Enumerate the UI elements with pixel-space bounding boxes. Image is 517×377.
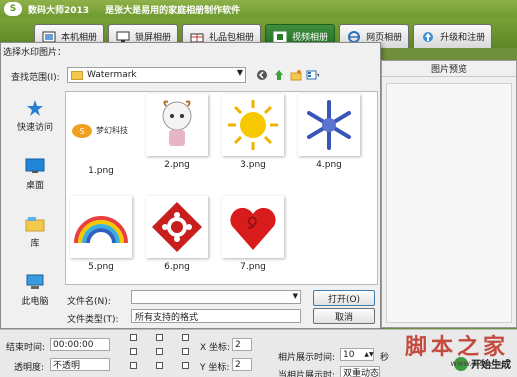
view-menu-icon[interactable] (306, 68, 319, 81)
place-desktop[interactable]: 桌面 (7, 151, 63, 197)
site-watermark-url: www.jb51.net (450, 359, 505, 368)
y-coord-value: 2 (235, 359, 241, 370)
file-name: 3.png (240, 160, 266, 170)
filetype-value: 所有支持的格式 (135, 312, 199, 323)
photo-time-value: 10 (343, 349, 355, 360)
snowflake-thumbnail (298, 94, 360, 156)
file-list[interactable]: S 梦幻科技 1.png 2.png 3.png 4.png 5.png 6.p… (65, 91, 378, 285)
file-name: 6.png (164, 262, 190, 272)
end-time-label: 结束时间: (6, 343, 46, 353)
photo-time-label: 相片展示时间: (278, 353, 336, 363)
open-file-dialog: 选择水印图片： 查找范围(I): Watermark ▼ 快速访问 桌面 库 此… (0, 42, 381, 365)
site-watermark: 脚本之家 (404, 334, 509, 360)
place-quick-access[interactable]: 快速访问 (7, 93, 63, 139)
tab-label: 升级和注册 (440, 33, 486, 43)
library-icon (24, 215, 46, 233)
back-icon[interactable] (255, 68, 268, 81)
file-item[interactable]: S 梦幻科技 1.png (68, 100, 134, 184)
sun-thumbnail (222, 94, 284, 156)
svg-text:S: S (79, 127, 84, 136)
chevron-down-icon[interactable]: ▼ (293, 292, 298, 300)
photo-effect-select[interactable]: 双重动态 (340, 366, 380, 377)
papercut-thumbnail (146, 196, 208, 258)
upgrade-icon (420, 30, 436, 43)
file-name: 7.png (240, 262, 266, 272)
file-name: 1.png (88, 166, 114, 176)
chevron-down-icon: ▼ (236, 68, 243, 77)
star-icon (24, 99, 46, 117)
cancel-button[interactable]: 取消 (313, 308, 375, 324)
rainbow-thumbnail (70, 196, 132, 258)
app-slogan: 是张大是易用的家庭相册制作软件 (105, 5, 241, 16)
computer-icon (24, 273, 46, 291)
spin-arrows-icon[interactable]: ▲▼ (364, 349, 373, 360)
place-label: 库 (30, 239, 40, 249)
folder-icon (71, 70, 83, 80)
preview-area (386, 83, 512, 323)
photo-time-input[interactable]: 10 ▲▼ (340, 348, 374, 361)
file-item[interactable]: 2.png (144, 94, 210, 178)
place-label: 桌面 (25, 181, 44, 191)
y-coord-input[interactable]: 2 (232, 358, 252, 371)
filename-label: 文件名(N): (67, 297, 111, 307)
lookin-value: Watermark (87, 70, 137, 80)
x-coord-input[interactable]: 2 (232, 338, 252, 351)
dialog-title: 选择水印图片： (3, 48, 67, 58)
logo-thumbnail: S 梦幻科技 (70, 100, 132, 162)
position-grid[interactable] (130, 334, 190, 374)
opacity-value: 不透明 (53, 361, 81, 371)
app-logo: S (4, 2, 22, 16)
sheep-thumbnail (146, 94, 208, 156)
file-item[interactable]: 5.png (68, 196, 134, 280)
tab-upgrade-register[interactable]: 升级和注册 (413, 24, 493, 48)
rose-thumbnail (222, 196, 284, 258)
opacity-select[interactable]: 不透明 (50, 358, 110, 371)
nav-toolbar (255, 68, 319, 81)
file-item[interactable]: 4.png (296, 94, 362, 178)
up-folder-icon[interactable] (272, 68, 285, 81)
x-coord-label: X 坐标: (200, 343, 231, 353)
file-item[interactable]: 3.png (220, 94, 286, 178)
desktop-icon (24, 157, 46, 175)
filename-input[interactable]: ▼ (131, 290, 301, 304)
filetype-label: 文件类型(T): (67, 315, 119, 325)
file-name: 4.png (316, 160, 342, 170)
end-time-value: 00:00:00 (53, 339, 94, 350)
place-label: 快速访问 (16, 123, 53, 133)
lookin-select[interactable]: Watermark ▼ (67, 67, 246, 83)
photo-effect-label: 当相片展示时: (278, 371, 336, 377)
open-button[interactable]: 打开(O) (313, 290, 375, 306)
place-library[interactable]: 库 (7, 209, 63, 255)
app-name: 数码大师2013 (28, 5, 90, 16)
file-item[interactable]: 7.png (220, 196, 286, 280)
opacity-label: 透明度: (14, 363, 45, 373)
logo-thumbnail-text: 梦幻科技 (96, 125, 128, 135)
x-coord-value: 2 (235, 339, 241, 350)
lookin-label: 查找范围(I): (11, 73, 60, 83)
file-item[interactable]: 6.png (144, 196, 210, 280)
preview-panel: 图片预览 (381, 60, 517, 328)
preview-title: 图片预览 (382, 61, 516, 77)
new-folder-icon[interactable] (289, 68, 302, 81)
place-label: 此电脑 (21, 297, 49, 307)
file-name: 5.png (88, 262, 114, 272)
photo-effect-value: 双重动态 (343, 369, 380, 377)
file-name: 2.png (164, 160, 190, 170)
end-time-input[interactable]: 00:00:00 (50, 338, 110, 351)
y-coord-label: Y 坐标: (200, 363, 230, 373)
filetype-select[interactable]: 所有支持的格式 (131, 309, 301, 323)
app-title-bar: S 数码大师2013 是张大是易用的家庭相册制作软件 (0, 0, 517, 18)
place-this-pc[interactable]: 此电脑 (7, 267, 63, 313)
photo-time-unit: 秒 (380, 353, 390, 363)
